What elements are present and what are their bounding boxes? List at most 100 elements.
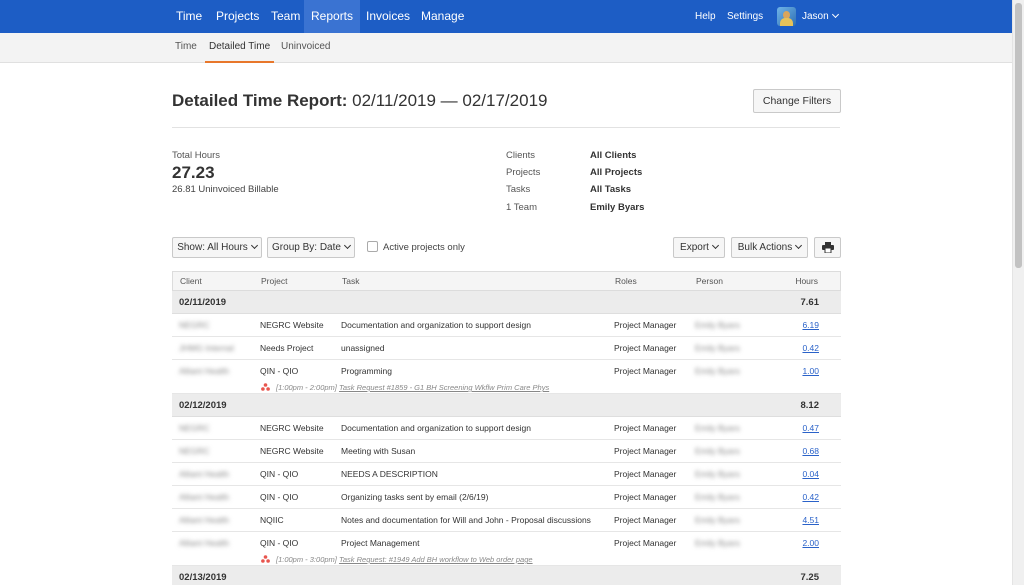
hours-link[interactable]: 6.19: [802, 314, 819, 336]
person-cell: Emily Byars: [695, 320, 740, 330]
table-header: Client Project Task Roles Person Hours: [172, 271, 841, 291]
project-cell: Needs Project: [260, 343, 314, 353]
show-hours-dropdown[interactable]: Show: All Hours: [172, 237, 262, 258]
nav-reports[interactable]: Reports: [304, 0, 361, 33]
role-cell: Project Manager: [614, 469, 677, 479]
role-cell: Project Manager: [614, 492, 677, 502]
hours-link[interactable]: 0.42: [802, 486, 819, 508]
date-group-row: 02/11/2019 7.61: [172, 291, 841, 314]
time-report-table: Client Project Task Roles Person Hours 0…: [172, 271, 841, 585]
sub-nav: Time Detailed Time Uninvoiced: [0, 33, 1012, 63]
project-cell: QIN - QIO: [260, 366, 299, 376]
user-menu[interactable]: Jason: [802, 0, 839, 33]
scrollbar-thumb[interactable]: [1015, 3, 1022, 268]
group-date: 02/13/2019: [179, 572, 227, 583]
chevron-down-icon: [711, 241, 719, 250]
nav-manage[interactable]: Manage: [414, 0, 471, 33]
hours-link[interactable]: 4.51: [802, 509, 819, 531]
meta-key-clients: Clients: [506, 150, 536, 161]
hours-link[interactable]: 0.47: [802, 417, 819, 439]
table-row: NEGRC NEGRC Website Meeting with Susan Proj…: [172, 440, 841, 463]
tab-time[interactable]: Time: [175, 33, 197, 63]
project-cell: QIN - QIO: [260, 492, 299, 502]
role-cell: Project Manager: [614, 446, 677, 456]
chevron-down-icon: [250, 241, 258, 250]
user-name: Jason: [802, 11, 829, 22]
project-cell: NEGRC Website: [260, 446, 324, 456]
nav-invoices[interactable]: Invoices: [359, 0, 417, 33]
bulk-actions-dropdown[interactable]: Bulk Actions: [731, 237, 808, 258]
group-total-hours: 8.12: [800, 400, 820, 411]
project-cell: QIN - QIO: [260, 469, 299, 479]
bulk-actions-label: Bulk Actions: [737, 242, 793, 253]
hours-link[interactable]: 0.42: [802, 337, 819, 359]
date-group-row: 02/13/2019 7.25: [172, 566, 841, 585]
task-cell: unassigned: [341, 343, 385, 353]
meta-key-team: 1 Team: [506, 202, 537, 213]
active-projects-label: Active projects only: [383, 242, 465, 253]
column-header-person: Person: [696, 276, 723, 286]
person-cell: Emily Byars: [695, 515, 740, 525]
role-cell: Project Manager: [614, 320, 677, 330]
task-cell: Organizing tasks sent by email (2/6/19): [341, 492, 489, 502]
column-header-hours: Hours: [795, 276, 818, 286]
tab-uninvoiced[interactable]: Uninvoiced: [281, 33, 330, 63]
client-cell: Alliant Health: [179, 538, 230, 548]
client-cell: NEGRC: [179, 446, 210, 456]
hours-link[interactable]: 0.04: [802, 463, 819, 485]
print-button[interactable]: [814, 237, 841, 258]
task-cell: Documentation and organization to suppor…: [341, 423, 531, 433]
table-row: Alliant Health QIN - QIO Project Managemen…: [172, 532, 841, 566]
person-cell: Emily Byars: [695, 366, 740, 376]
person-cell: Emily Byars: [695, 538, 740, 548]
scrollbar[interactable]: [1012, 0, 1024, 585]
person-cell: Emily Byars: [695, 423, 740, 433]
role-cell: Project Manager: [614, 423, 677, 433]
task-request-link[interactable]: Task Request #1859 - G1 BH Screening Wkf…: [339, 383, 549, 392]
task-cell: Meeting with Susan: [341, 446, 416, 456]
chevron-down-icon: [831, 10, 839, 19]
task-cell: Project Management: [341, 538, 420, 548]
avatar-body: [780, 18, 793, 26]
role-cell: Project Manager: [614, 538, 677, 548]
export-dropdown[interactable]: Export: [673, 237, 725, 258]
settings-link[interactable]: Settings: [727, 0, 763, 33]
header-divider: [172, 127, 840, 128]
column-header-task: Task: [342, 276, 360, 286]
meta-key-projects: Projects: [506, 167, 541, 178]
active-projects-checkbox[interactable]: [367, 241, 378, 252]
group-date: 02/12/2019: [179, 400, 227, 411]
table-row: Alliant Health QIN - QIO NEEDS A DESCRIPTI…: [172, 463, 841, 486]
task-note: [1:00pm - 3:00pm] Task Request: #1949 Ad…: [276, 555, 533, 564]
tab-detailed-time[interactable]: Detailed Time: [205, 33, 275, 63]
total-hours-value: 27.23: [172, 163, 215, 182]
table-row: Alliant Health NQIIC Notes and documentati…: [172, 509, 841, 532]
hours-link[interactable]: 0.68: [802, 440, 819, 462]
help-link[interactable]: Help: [695, 0, 716, 33]
note-time-range: [1:00pm - 3:00pm]: [276, 555, 337, 564]
task-note: [1:00pm - 2:00pm] Task Request #1859 - G…: [276, 383, 549, 392]
nav-team[interactable]: Team: [264, 0, 307, 33]
title-prefix: Detailed Time Report:: [172, 91, 348, 110]
group-date: 02/11/2019: [179, 297, 227, 308]
meta-key-tasks: Tasks: [506, 184, 531, 195]
person-cell: Emily Byars: [695, 492, 740, 502]
client-cell: NEGRC: [179, 320, 210, 330]
group-by-dropdown[interactable]: Group By: Date: [267, 237, 355, 258]
nav-projects[interactable]: Projects: [209, 0, 266, 33]
asana-icon: [261, 383, 270, 391]
avatar[interactable]: [777, 7, 796, 26]
asana-icon: [261, 555, 270, 563]
hours-link[interactable]: 1.00: [802, 360, 819, 382]
column-header-project: Project: [261, 276, 288, 286]
table-row: NEGRC NEGRC Website Documentation and orga…: [172, 314, 841, 337]
nav-time[interactable]: Time: [169, 0, 209, 33]
person-cell: Emily Byars: [695, 469, 740, 479]
change-filters-button[interactable]: Change Filters: [753, 89, 841, 113]
person-cell: Emily Byars: [695, 343, 740, 353]
task-request-link[interactable]: Task Request: #1949 Add BH workflow to W…: [339, 555, 533, 564]
hours-link[interactable]: 2.00: [802, 532, 819, 554]
group-total-hours: 7.61: [800, 297, 820, 308]
column-header-client: Client: [180, 276, 202, 286]
top-nav: Time Projects Team Reports Invoices Mana…: [0, 0, 1012, 33]
